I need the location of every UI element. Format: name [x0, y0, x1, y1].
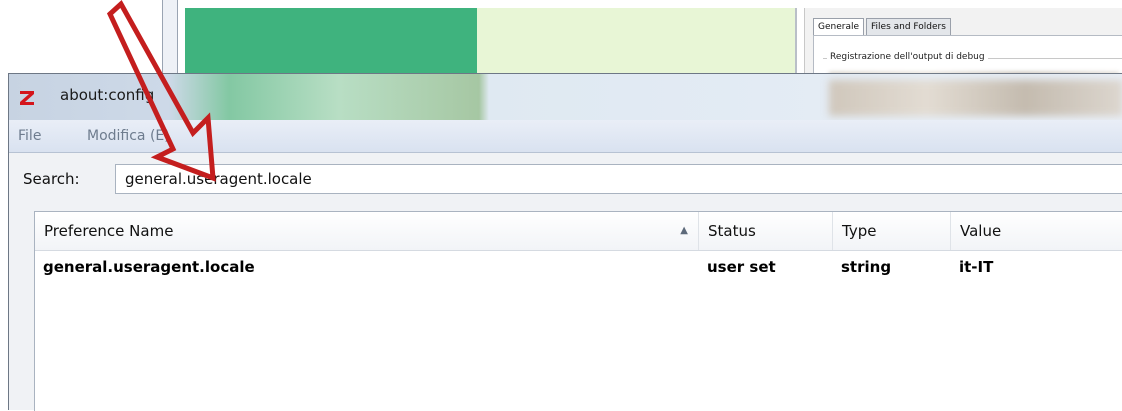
- tab-files-and-folders[interactable]: Files and Folders: [866, 18, 951, 35]
- search-row: Search:: [9, 153, 1122, 205]
- column-label: Preference Name: [44, 222, 174, 240]
- window-title: about:config: [60, 86, 155, 104]
- cell-status: user set: [707, 258, 776, 276]
- debug-output-group-label: Registrazione dell'output di debug: [827, 52, 988, 62]
- cell-value: it-IT: [959, 258, 994, 276]
- preferences-table: Preference Name ▲ Status Type Value gene…: [34, 211, 1122, 411]
- table-header: Preference Name ▲ Status Type Value: [35, 212, 1122, 251]
- menu-file[interactable]: File: [18, 128, 41, 144]
- column-header-value[interactable]: Value: [951, 212, 1122, 250]
- menu-modifica[interactable]: Modifica (E): [87, 128, 170, 144]
- sort-ascending-icon: ▲: [680, 225, 688, 236]
- search-input[interactable]: [115, 164, 1122, 194]
- title-bar[interactable]: about:config: [9, 74, 1122, 120]
- background-separator: [795, 8, 797, 78]
- column-header-type[interactable]: Type: [833, 212, 951, 250]
- preferences-tabs: Generale Files and Folders: [813, 18, 953, 35]
- background-green-panel: [185, 8, 477, 78]
- zotero-z-icon: [18, 89, 36, 107]
- column-header-preference-name[interactable]: Preference Name ▲: [35, 212, 699, 250]
- cell-type: string: [841, 258, 892, 276]
- column-header-status[interactable]: Status: [699, 212, 833, 250]
- background-lightgreen-panel: [477, 8, 795, 78]
- preferences-panel: Generale Files and Folders Registrazione…: [804, 8, 1122, 87]
- cell-preference-name: general.useragent.locale: [43, 258, 255, 276]
- table-row[interactable]: general.useragent.locale user set string…: [35, 250, 1122, 284]
- tab-generale[interactable]: Generale: [813, 18, 865, 35]
- about-config-window: about:config File Modifica (E) Search: P…: [8, 73, 1122, 411]
- menu-bar: File Modifica (E): [9, 120, 1122, 153]
- titlebar-blurred-background: [829, 80, 1122, 116]
- search-label: Search:: [23, 170, 80, 188]
